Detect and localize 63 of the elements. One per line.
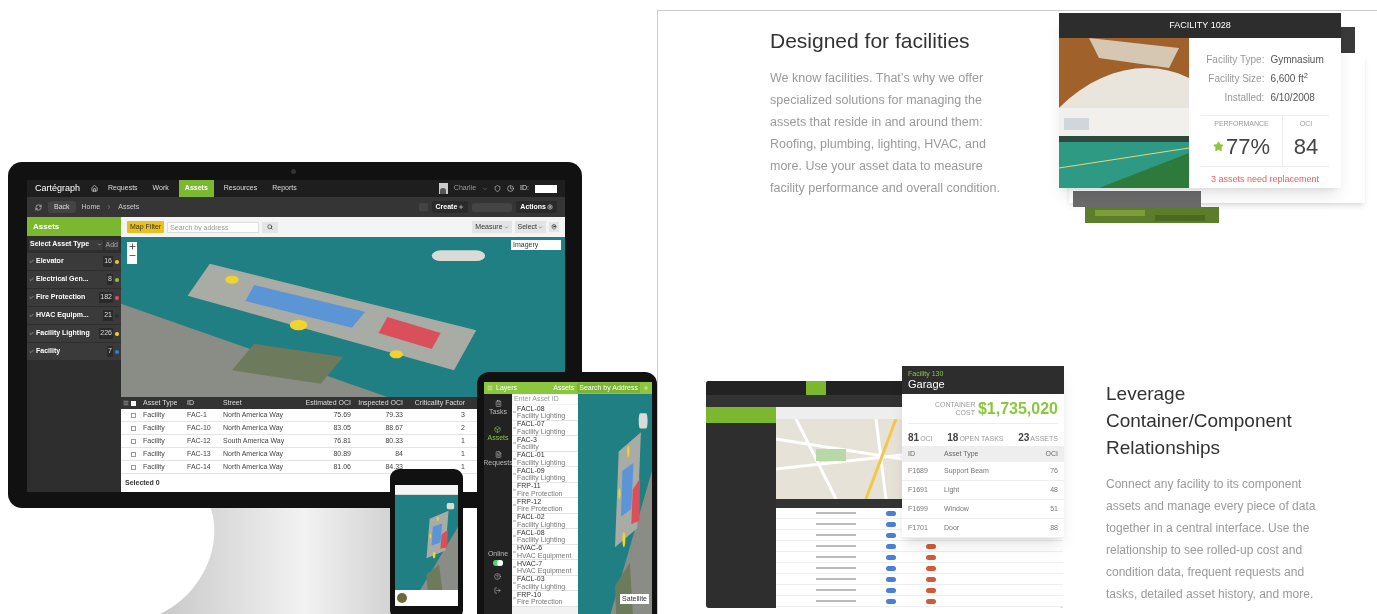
section-heading: Leverage Container/Component Relationships xyxy=(1106,382,1293,460)
screenshot-sidebar-header xyxy=(706,407,776,423)
row-checkbox[interactable] xyxy=(131,464,136,470)
id-input-field[interactable] xyxy=(535,184,557,193)
avatar-icon xyxy=(397,593,407,603)
online-toggle[interactable] xyxy=(493,560,503,566)
active-tab-marker xyxy=(806,381,826,395)
field-value: Gymnasium xyxy=(1270,53,1324,67)
checkmark-icon[interactable] xyxy=(29,277,34,282)
help-icon[interactable] xyxy=(494,573,502,580)
cost-value: $1,735,020 xyxy=(977,398,1058,419)
performance-value: 77% xyxy=(1225,132,1270,161)
search-icon xyxy=(267,224,274,230)
card-title: FACILITY 1028 xyxy=(1169,18,1231,32)
field-label: Facility Type: xyxy=(1206,53,1265,67)
search-button[interactable] xyxy=(262,221,279,233)
checkmark-icon[interactable] xyxy=(29,349,34,354)
clipboard-icon xyxy=(494,400,502,407)
pin-icon xyxy=(551,224,557,230)
row-checkbox[interactable] xyxy=(131,425,136,431)
row-checkbox[interactable] xyxy=(131,438,136,444)
popup-title: Garage xyxy=(908,377,946,391)
gear-icon xyxy=(547,204,553,210)
section-paragraph: We know facilities. That’s why we offer specialized solutions for managing the assets that reside in and around them: Roofing, plumbing, lighting, HVAC, and more. Use your asset data to measure facility performance and overall condition. xyxy=(770,69,1001,197)
pin-button[interactable] xyxy=(549,222,559,232)
row-checkbox[interactable] xyxy=(131,451,136,457)
checkmark-icon[interactable] xyxy=(29,295,34,300)
clock-icon[interactable] xyxy=(507,185,515,192)
field-label: Facility Size: xyxy=(1207,72,1265,86)
sort-icon xyxy=(123,400,129,406)
field-value: 6/10/2008 xyxy=(1270,91,1316,105)
camera-icon xyxy=(291,169,296,174)
caret-icon xyxy=(96,242,102,247)
checkmark-icon[interactable] xyxy=(29,313,34,318)
chevron-icon xyxy=(106,204,113,210)
refresh-icon[interactable] xyxy=(35,203,42,211)
stat-value: 81 xyxy=(908,431,920,445)
section-heading: Designed for facilities xyxy=(770,28,971,54)
checkmark-icon[interactable] xyxy=(29,259,34,264)
replacement-warning: 3 assets need replacement xyxy=(1209,173,1321,186)
zoom-in-icon[interactable] xyxy=(127,242,137,251)
caret-icon xyxy=(503,224,509,230)
logout-icon[interactable] xyxy=(494,587,502,594)
sidebar-title: Assets xyxy=(33,220,60,233)
star-icon xyxy=(1212,140,1224,152)
field-label: Installed: xyxy=(1223,91,1265,105)
avatar-icon xyxy=(438,183,448,194)
checkmark-icon[interactable] xyxy=(29,331,34,336)
field-value: 6,600 ft$^{2}$ xyxy=(1270,71,1309,86)
row-checkbox[interactable] xyxy=(131,412,136,418)
cube-icon xyxy=(494,425,502,433)
shield-icon[interactable] xyxy=(494,185,502,192)
home-icon[interactable] xyxy=(91,185,99,192)
section-paragraph: Connect any facility to its component assets and manage every piece of data together in a central interface. Use the relationship to see rolled-up cost and condition data, frequent requests and tasks, detailed asset history, and more. xyxy=(1106,476,1317,603)
document-icon xyxy=(494,451,502,458)
select-all-checkbox[interactable] xyxy=(131,400,136,406)
oci-value: 84 xyxy=(1293,132,1319,161)
stat-value: 18 xyxy=(947,431,959,445)
logo: Cartégraph xyxy=(35,181,81,195)
caret-icon xyxy=(538,224,543,230)
plus-icon xyxy=(458,204,465,210)
stat-value: 23 xyxy=(1018,431,1030,445)
caret-icon xyxy=(482,185,489,192)
